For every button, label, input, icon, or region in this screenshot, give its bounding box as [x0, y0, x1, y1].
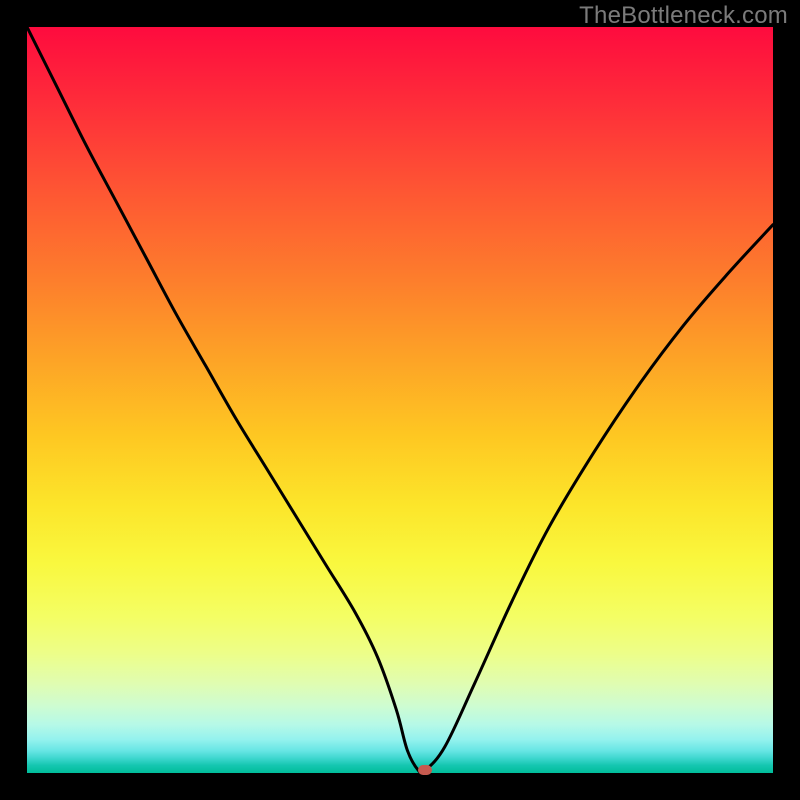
curve-svg [27, 27, 773, 773]
watermark-text: TheBottleneck.com [579, 2, 788, 30]
chart-frame: TheBottleneck.com [0, 0, 800, 800]
selected-point-marker [418, 765, 432, 775]
plot-area [27, 27, 773, 773]
bottleneck-curve [27, 27, 773, 773]
